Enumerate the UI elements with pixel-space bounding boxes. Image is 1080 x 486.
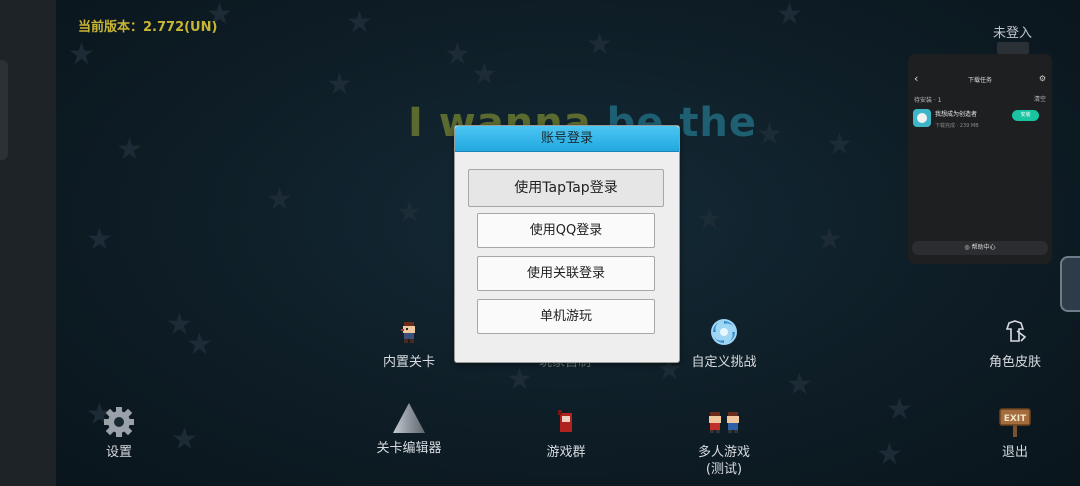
app-thumbnail-face [917,113,927,123]
account-login-dialog: 账号登录 使用TapTap登录 使用QQ登录 使用关联登录 单机游玩 [454,125,680,363]
menu-builtin-levels[interactable]: 内置关卡 [374,316,444,371]
background-star: ★ [826,127,853,162]
background-star: ★ [171,422,198,457]
menu-custom-challenge[interactable]: 自定义挑战 [686,316,762,371]
login-status-indicator [997,42,1029,54]
background-star: ★ [86,222,113,257]
menu-game-group[interactable]: 游戏群 [530,406,602,461]
login-status[interactable]: 未登入 [993,22,1032,41]
pending-install-label: 待安装 · 1 [914,97,942,104]
menu-character-skin[interactable]: 角色皮肤 [980,316,1050,371]
svg-text:EXIT: EXIT [1004,414,1027,424]
background-star: ★ [816,222,843,257]
menu-multiplayer-label: 多人游戏 [697,445,750,460]
background-star: ★ [586,27,613,62]
menu-level-editor-label: 关卡编辑器 [376,441,442,456]
background-star: ★ [346,5,373,40]
taptap-login-button[interactable]: 使用TapTap登录 [468,169,664,207]
two-players-icon [706,406,742,438]
background-star: ★ [396,195,423,230]
background-star: ★ [506,362,533,397]
download-task-panel: ‹ 下载任务 ⚙ 待安装 · 1 清空 我想成为创造者 下载完成 · 239 M… [908,54,1052,264]
help-center-label: 帮助中心 [971,244,996,251]
app-name: 我想成为创造者 [935,111,978,118]
clear-all-button[interactable]: 清空 [1034,94,1046,103]
background-star: ★ [756,117,783,152]
qq-login-button[interactable]: 使用QQ登录 [477,213,655,248]
download-panel-title: 下载任务 [967,77,992,84]
menu-game-group-label: 游戏群 [546,445,586,460]
background-star: ★ [886,392,913,427]
hanger-icon [997,316,1033,348]
side-handle[interactable] [0,60,8,160]
exit-sign-icon: EXIT [997,406,1033,438]
app-download-info: 下载完成 · 239 MB [935,123,979,129]
menu-builtin-levels-label: 内置关卡 [382,355,435,370]
version-label: 当前版本：2.772(UN) [78,20,218,35]
menu-multiplayer-sublabel: (测试) [705,462,743,477]
menu-level-editor[interactable]: 关卡编辑器 [370,402,448,457]
help-center-bar[interactable]: ◎ 帮助中心 [912,241,1048,255]
offline-play-button[interactable]: 单机游玩 [477,299,655,334]
background-star: ★ [696,202,723,237]
phone-device-icon [548,406,584,438]
background-star: ★ [116,132,143,167]
background-star: ★ [266,182,293,217]
background-star: ★ [471,57,498,92]
menu-exit[interactable]: EXIT 退出 [980,406,1050,461]
vortex-icon [706,316,742,348]
headset-icon: ◎ [964,244,970,251]
triangle-spike-icon [391,402,427,434]
dialog-title: 账号登录 [455,126,679,152]
menu-settings[interactable]: 设置 [84,406,154,461]
menu-character-skin-label: 角色皮肤 [988,355,1041,370]
gear-icon[interactable]: ⚙ [1039,74,1046,83]
gear-icon [101,406,137,438]
menu-multiplayer[interactable]: 多人游戏 (测试) [686,406,762,478]
background-star: ★ [444,37,471,72]
kid-character-icon [391,316,427,348]
background-star: ★ [786,367,813,402]
menu-custom-challenge-label: 自定义挑战 [691,355,757,370]
menu-settings-label: 设置 [105,445,132,460]
background-star: ★ [186,327,213,362]
background-star: ★ [68,37,95,72]
linked-login-button[interactable]: 使用关联登录 [477,256,655,291]
floating-side-tab[interactable] [1060,256,1080,312]
background-star: ★ [326,67,353,102]
app-thumbnail [913,109,931,127]
install-button[interactable]: 安装 [1012,110,1039,121]
menu-exit-label: 退出 [1001,445,1028,460]
background-star: ★ [876,437,903,472]
background-star: ★ [776,0,803,32]
left-edge-strip [0,0,56,486]
